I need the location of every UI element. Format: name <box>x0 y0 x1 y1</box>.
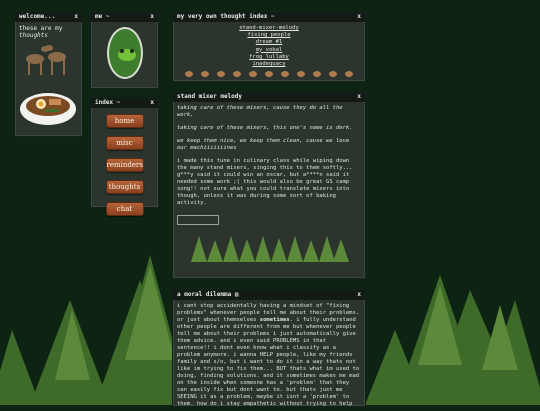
welcome-text: these are my thoughts <box>19 25 63 39</box>
lyric-line: we keep them nice, we keep them clean, c… <box>177 138 350 151</box>
close-icon[interactable]: x <box>74 12 78 22</box>
broken-image <box>177 215 219 225</box>
me-titlebar[interactable]: me ~ x <box>91 12 158 22</box>
tree-line-image <box>191 236 349 262</box>
melody-titlebar[interactable]: stand mixer melody x <box>173 92 365 102</box>
dilemma-title: a moral dilemma ▨ <box>177 291 239 298</box>
close-icon[interactable]: x <box>357 290 361 300</box>
index-title: index ~ <box>95 99 121 106</box>
thought-link[interactable]: stand-mixer-melody <box>173 25 365 32</box>
welcome-titlebar[interactable]: welcome... x <box>15 12 82 22</box>
image-icon: ▨ <box>234 291 239 298</box>
deer-image <box>26 45 66 75</box>
close-icon[interactable]: x <box>150 98 154 108</box>
nav-button-misc[interactable]: misc <box>105 136 144 150</box>
thought-link-list: stand-mixer-melody fixing people dream #… <box>173 22 365 68</box>
close-icon[interactable]: x <box>357 12 361 22</box>
nav-button-chat[interactable]: chat <box>105 202 144 216</box>
index-window: index ~ x home misc reminders thoughts c… <box>90 97 159 216</box>
thought-index-title: my very own thought index ~ <box>177 13 275 20</box>
dilemma-text: i cant stop accidentally having a mindse… <box>177 303 360 407</box>
thought-link[interactable]: my vokal <box>173 47 365 54</box>
stand-mixer-melody-window: stand mixer melody x taking care of thes… <box>172 91 366 279</box>
thought-link[interactable]: dream #1 <box>173 39 365 46</box>
me-title: me ~ <box>95 13 110 20</box>
nav-button-reminders[interactable]: reminders <box>105 158 144 172</box>
moral-dilemma-window: a moral dilemma ▨ x i cant stop accident… <box>172 289 366 407</box>
snail-decoration-row <box>183 69 353 77</box>
close-icon[interactable]: x <box>357 92 361 102</box>
nav-button-thoughts[interactable]: thoughts <box>105 180 144 194</box>
thought-index-window: my very own thought index ~ x stand-mixe… <box>172 11 366 82</box>
index-titlebar[interactable]: index ~ x <box>91 98 158 108</box>
thought-link[interactable]: frog lullaby <box>173 54 365 61</box>
nav-button-home[interactable]: home <box>105 114 144 128</box>
lyric-line: taking care of these mixers, this one's … <box>177 125 353 131</box>
melody-title: stand mixer melody <box>177 93 243 100</box>
thought-link[interactable]: fixing people <box>173 32 365 39</box>
frog-avatar <box>106 27 143 79</box>
thought-index-titlebar[interactable]: my very own thought index ~ x <box>173 12 365 22</box>
thought-link[interactable]: inadequacy <box>173 61 365 68</box>
welcome-window: welcome... x these are my thoughts <box>14 11 83 137</box>
ramen-image <box>20 93 76 125</box>
lyric-line: taking care of these mixers, cause they … <box>177 105 343 118</box>
welcome-title: welcome... <box>19 13 56 20</box>
me-window: me ~ x <box>90 11 159 89</box>
dilemma-titlebar[interactable]: a moral dilemma ▨ x <box>173 290 365 300</box>
close-icon[interactable]: x <box>150 12 154 22</box>
snail-icon <box>185 71 353 77</box>
melody-description: i made this tune in culinary class while… <box>177 158 353 206</box>
